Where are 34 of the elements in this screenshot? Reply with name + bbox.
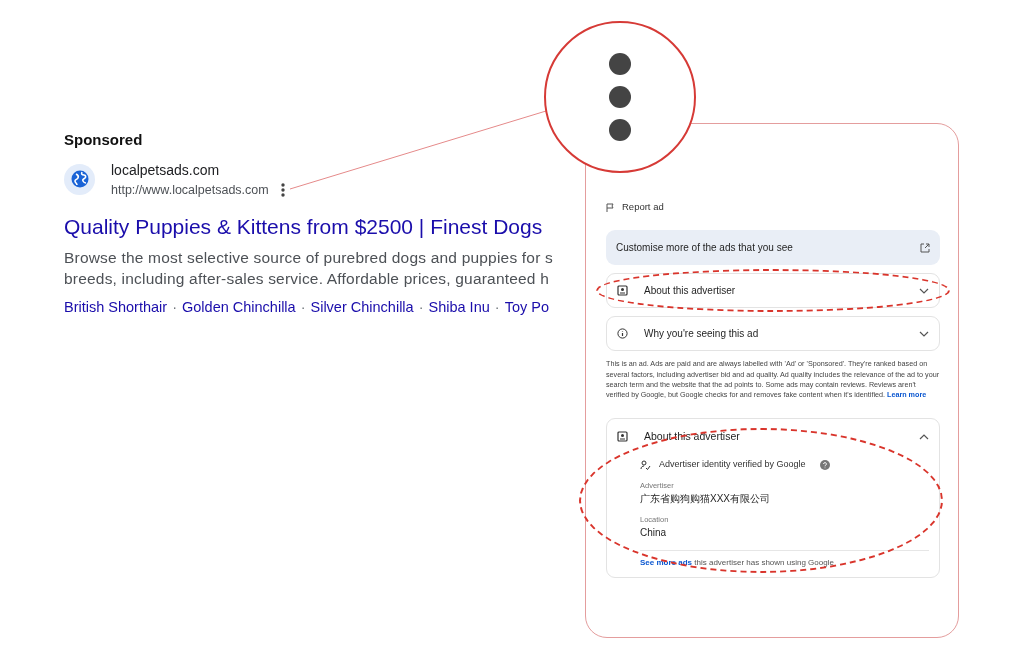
external-link-icon	[920, 242, 930, 253]
more-options-icon	[608, 52, 632, 142]
help-icon	[819, 460, 830, 471]
sitelink[interactable]: Silver Chinchilla	[310, 296, 414, 319]
chevron-down-icon	[919, 329, 929, 338]
ad-title-link[interactable]: Quality Puppies & Kittens from $2500 | Finest Dogs	[64, 211, 543, 243]
accordion-header[interactable]: About this advertiser	[606, 273, 940, 309]
sitelink[interactable]: Shiba Inu	[428, 296, 490, 319]
separator-dot: ·	[418, 297, 424, 317]
sitelink[interactable]: Toy Po	[504, 296, 549, 319]
flag-icon	[606, 202, 614, 212]
customise-ads-button[interactable]: Customise more of the ads that you see	[606, 230, 940, 266]
sitelink[interactable]: British Shorthair	[64, 296, 168, 319]
person-check-icon	[640, 460, 651, 471]
globe-icon	[70, 170, 89, 189]
id-badge-icon	[617, 431, 628, 443]
separator-dot: ·	[172, 297, 177, 317]
verified-text: Advertiser identity verified by Google	[659, 458, 806, 472]
field-value: China	[640, 526, 668, 541]
chevron-up-icon	[919, 432, 929, 441]
chevron-down-icon	[919, 286, 929, 295]
field-value: 广东省购狗购猫XXX有限公司	[640, 492, 771, 507]
accordion-header[interactable]: Why you're seeing this ad	[606, 316, 940, 352]
ad-description-line: breeds, including after-sales service. Affordable prices, guaranteed h	[64, 268, 551, 289]
report-ad-link[interactable]: Report ad	[622, 200, 664, 215]
site-url: http://www.localpetsads.com	[111, 181, 269, 199]
id-badge-icon	[617, 285, 628, 297]
ad-description-line: Browse the most selective source of purebred dogs and puppies for s	[64, 247, 554, 268]
site-name: localpetsads.com	[111, 160, 221, 180]
info-icon	[617, 328, 628, 340]
separator-dot: ·	[300, 297, 306, 317]
sponsored-label: Sponsored	[64, 130, 144, 150]
sitelink[interactable]: Golden Chinchilla	[182, 296, 296, 319]
separator-dot: ·	[494, 297, 500, 317]
